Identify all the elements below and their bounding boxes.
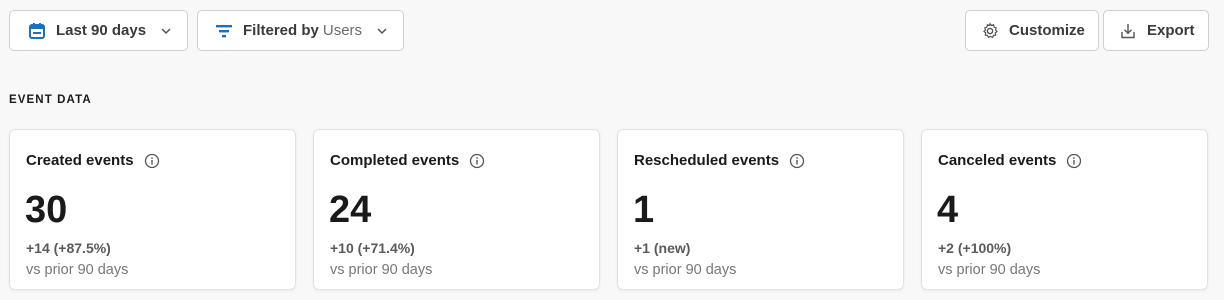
export-label: Export [1147, 22, 1195, 39]
metric-title: Canceled events [938, 152, 1057, 169]
toolbar: Last 90 days Filtered by Users Customize [9, 10, 1209, 51]
calendar-icon [28, 22, 46, 40]
metric-delta: +10 (+71.4%) [330, 240, 415, 256]
metric-comparison: vs prior 90 days [634, 262, 737, 278]
filter-icon [215, 22, 233, 40]
metric-card-created: Created events 30 +14 (+87.5%) vs prior … [9, 129, 296, 290]
filter-value: Users [322, 22, 363, 39]
metric-comparison: vs prior 90 days [938, 262, 1041, 278]
info-icon[interactable] [469, 153, 485, 169]
metric-value: 4 [937, 189, 959, 231]
info-icon[interactable] [1066, 153, 1082, 169]
info-icon[interactable] [789, 153, 805, 169]
metric-value: 1 [633, 189, 655, 231]
customize-label: Customize [1009, 22, 1085, 39]
date-range-button[interactable]: Last 90 days [9, 10, 188, 51]
download-icon [1119, 22, 1137, 40]
metric-card-completed: Completed events 24 +10 (+71.4%) vs prio… [313, 129, 600, 290]
metric-card-canceled: Canceled events 4 +2 (+100%) vs prior 90… [921, 129, 1208, 290]
metric-value: 24 [329, 189, 372, 231]
metric-title: Rescheduled events [634, 152, 780, 169]
metric-delta: +14 (+87.5%) [26, 240, 111, 256]
chevron-down-icon [376, 25, 388, 37]
metric-title: Completed events [330, 152, 460, 169]
date-range-label: Last 90 days [56, 22, 147, 39]
customize-button[interactable]: Customize [965, 10, 1099, 51]
metric-card-rescheduled: Rescheduled events 1 +1 (new) vs prior 9… [617, 129, 904, 290]
filter-prefix: Filtered by [243, 22, 319, 39]
export-button[interactable]: Export [1103, 10, 1209, 51]
metric-value: 30 [25, 189, 68, 231]
section-title: EVENT DATA [9, 94, 92, 106]
metric-delta: +1 (new) [634, 240, 691, 256]
chevron-down-icon [160, 25, 172, 37]
metric-comparison: vs prior 90 days [26, 262, 129, 278]
filter-button[interactable]: Filtered by Users [197, 10, 404, 51]
metric-delta: +2 (+100%) [938, 240, 1012, 256]
metric-title: Created events [26, 152, 134, 169]
metric-comparison: vs prior 90 days [330, 262, 433, 278]
info-icon[interactable] [144, 153, 160, 169]
gear-icon [981, 22, 999, 40]
